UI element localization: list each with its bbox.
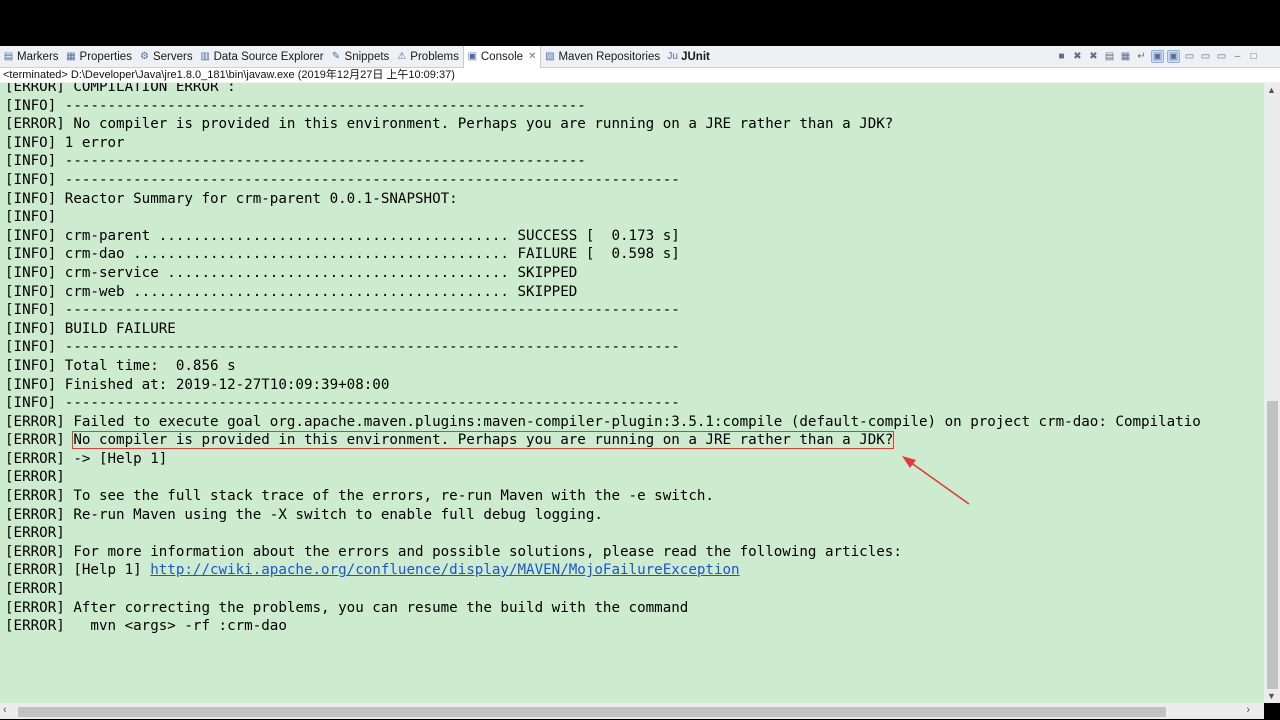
console-line: [INFO] crm-service .....................…	[5, 264, 578, 281]
console-line: [ERROR] Failed to execute goal org.apach…	[5, 413, 1201, 430]
console-line: [ERROR]	[5, 525, 65, 542]
vertical-scrollbar[interactable]: ▲ ▼	[1264, 83, 1280, 703]
console-output[interactable]: [ERROR] COMPILATION ERROR : [INFO] ------…	[0, 83, 1264, 703]
tab-properties[interactable]: ▦ Properties	[63, 46, 136, 67]
horizontal-scroll-thumb[interactable]	[18, 707, 1166, 717]
console-icon: ▣	[467, 51, 478, 62]
minimize-icon[interactable]: –	[1231, 50, 1244, 63]
tab-maven-repositories[interactable]: ▧ Maven Repositories	[541, 46, 664, 67]
console-line: [INFO]	[5, 209, 57, 226]
scroll-down-icon[interactable]: ▼	[1267, 691, 1276, 701]
console-line: [INFO] Finished at: 2019-12-27T10:09:39+…	[5, 376, 390, 393]
terminate-icon[interactable]: ■	[1055, 50, 1068, 63]
remove-all-icon[interactable]: ✖	[1087, 50, 1100, 63]
tab-markers[interactable]: ▤ Markers	[0, 46, 63, 67]
snippets-icon: ✎	[331, 51, 341, 62]
data-source-icon: ▥	[200, 51, 210, 62]
console-line: [INFO] ---------------------------------…	[5, 171, 680, 188]
highlighted-error-message: No compiler is provided in this environm…	[72, 431, 895, 450]
vertical-scroll-thumb[interactable]	[1267, 401, 1278, 689]
pin-console-icon[interactable]: ▭	[1183, 50, 1196, 63]
remove-launch-icon[interactable]: ✖	[1071, 50, 1084, 63]
console-line: [ERROR] COMPILATION ERROR :	[5, 83, 236, 95]
console-line: [ERROR] After correcting the problems, y…	[5, 599, 689, 616]
line-prefix: [ERROR] [Help 1]	[5, 562, 151, 579]
console-line: [ERROR] -> [Help 1]	[5, 450, 168, 467]
console-line: [ERROR] For more information about the e…	[5, 543, 902, 560]
console-toolbar: ■ ✖ ✖ ▤ ▦ ↵ ▣ ▣ ▭ ▭ ▭ – □	[1055, 46, 1260, 67]
console-line: [ERROR] No compiler is provided in this …	[5, 116, 894, 133]
tab-snippets[interactable]: ✎ Snippets	[328, 46, 394, 67]
new-console-icon[interactable]: ▭	[1215, 50, 1228, 63]
console-line: [ERROR] Re-run Maven using the -X switch…	[5, 506, 603, 523]
console-line: [ERROR] mvn <args> -rf :crm-dao	[5, 618, 287, 635]
console-lines: [ERROR] COMPILATION ERROR : [INFO] ------…	[5, 83, 1201, 636]
tab-label: Properties	[79, 50, 132, 63]
tab-label: Servers	[152, 50, 193, 63]
console-line: [INFO] ---------------------------------…	[5, 153, 586, 170]
console-view: ▤ Markers ▦ Properties ⚙ Servers ▥ Data Source …	[0, 45, 1280, 719]
console-line: [INFO] BUILD FAILURE	[5, 320, 176, 337]
console-line: [INFO] crm-dao .........................…	[5, 246, 680, 263]
help-link[interactable]: http://cwiki.apache.org/confluence/displ…	[150, 562, 739, 578]
show-on-error-icon[interactable]: ▣	[1167, 50, 1180, 63]
tab-label: Snippets	[344, 50, 390, 63]
console-line: [INFO] crm-web .........................…	[5, 283, 578, 300]
scroll-lock-icon[interactable]: ▦	[1119, 50, 1132, 63]
tab-label: Problems	[410, 50, 459, 63]
maven-icon: ▧	[545, 51, 555, 62]
console-line: [INFO] ---------------------------------…	[5, 302, 680, 319]
horizontal-scrollbar[interactable]: ‹ ›	[0, 703, 1264, 719]
scroll-right-icon[interactable]: ›	[1246, 704, 1250, 716]
console-line: [ERROR] [Help 1] http://cwiki.apache.org…	[5, 561, 1201, 580]
line-prefix: [ERROR]	[5, 432, 74, 449]
console-line: [INFO] Reactor Summary for crm-parent 0.…	[5, 190, 458, 207]
console-line: [INFO] ---------------------------------…	[5, 339, 680, 356]
tab-junit[interactable]: Ju JUnit	[664, 46, 714, 67]
console-line: [ERROR]	[5, 581, 65, 598]
console-line: [ERROR] No compiler is provided in this …	[5, 431, 1201, 450]
console-line: [INFO] Total time: 0.856 s	[5, 357, 236, 374]
tab-label: JUnit	[681, 50, 710, 63]
tab-data-source-explorer[interactable]: ▥ Data Source Explorer	[197, 46, 328, 67]
console-line: [ERROR] To see the full stack trace of t…	[5, 488, 714, 505]
junit-icon: Ju	[667, 51, 678, 62]
word-wrap-icon[interactable]: ↵	[1135, 50, 1148, 63]
console-line: [INFO] crm-parent ......................…	[5, 227, 680, 244]
properties-icon: ▦	[66, 51, 76, 62]
display-console-icon[interactable]: ▭	[1199, 50, 1212, 63]
tab-servers[interactable]: ⚙ Servers	[136, 46, 197, 67]
markers-icon: ▤	[3, 51, 14, 62]
scroll-left-icon[interactable]: ‹	[3, 704, 7, 716]
show-on-output-icon[interactable]: ▣	[1151, 50, 1164, 63]
scroll-up-icon[interactable]: ▲	[1267, 85, 1276, 95]
console-line: [ERROR]	[5, 469, 65, 486]
console-line: [INFO] 1 error	[5, 134, 125, 151]
console-line: [INFO] ---------------------------------…	[5, 97, 586, 114]
tab-label: Data Source Explorer	[213, 50, 324, 63]
close-icon[interactable]: ✕	[528, 51, 536, 62]
clear-console-icon[interactable]: ▤	[1103, 50, 1116, 63]
tab-label: Console	[480, 50, 524, 63]
maximize-icon[interactable]: □	[1247, 50, 1260, 63]
tab-console[interactable]: ▣ Console ✕	[462, 45, 542, 68]
tab-problems[interactable]: ⚠ Problems	[393, 46, 463, 67]
tab-label: Markers	[17, 50, 59, 63]
launch-status: <terminated> D:\Developer\Java\jre1.8.0_…	[0, 68, 1280, 82]
servers-icon: ⚙	[139, 51, 149, 62]
problems-icon: ⚠	[397, 51, 407, 62]
tab-label: Maven Repositories	[558, 50, 661, 63]
console-line: [INFO] ---------------------------------…	[5, 395, 680, 412]
